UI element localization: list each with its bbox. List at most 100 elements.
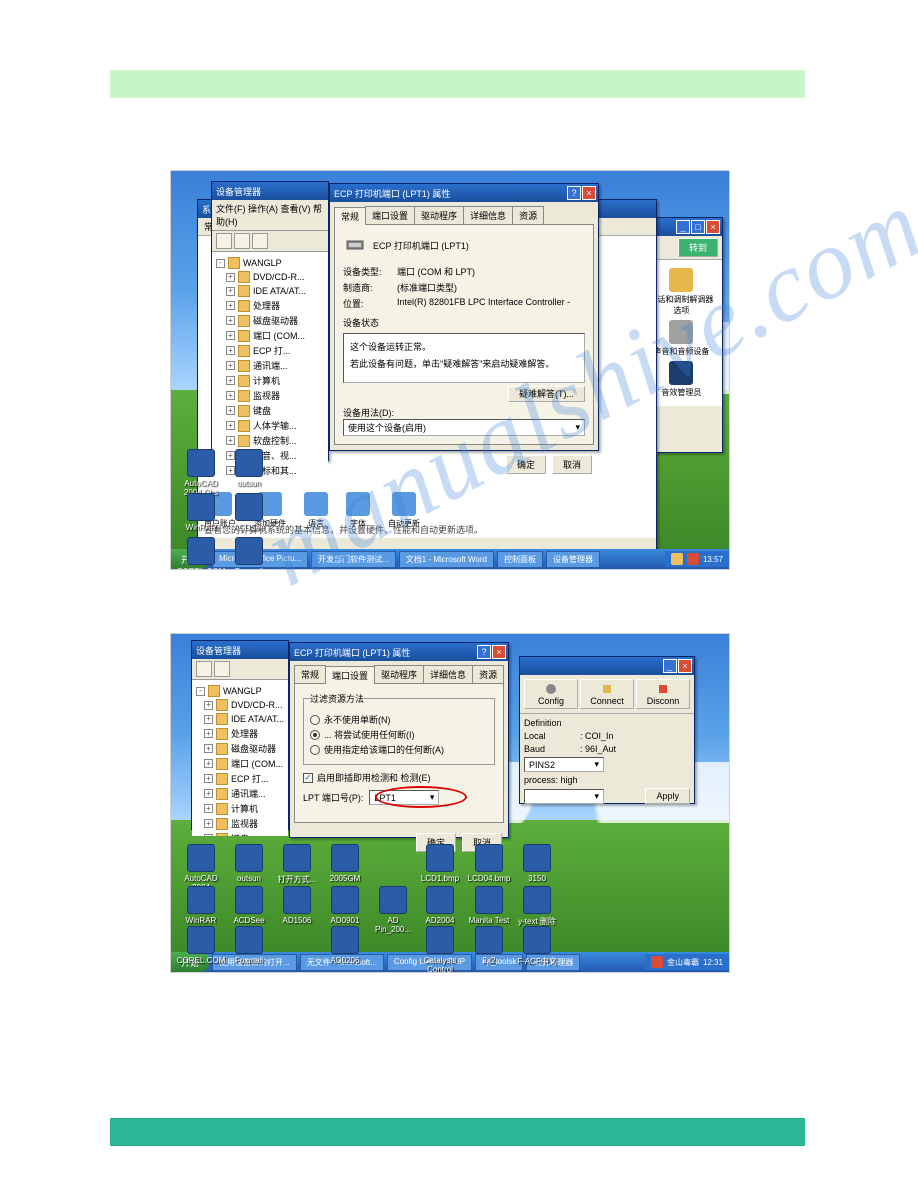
lpt1-titlebar[interactable]: ECP 打印机端口 (LPT1) 属性 ?× [290, 643, 508, 661]
dm-tree[interactable]: -WANGLP+DVD/CD-R...+IDE ATA/AT...+处理器+磁盘… [212, 252, 328, 480]
tree-node[interactable]: +通讯端... [196, 786, 284, 801]
tree-node[interactable]: +磁盘驱动器 [196, 741, 284, 756]
close-button[interactable]: × [492, 645, 506, 659]
minimize-button[interactable]: _ [663, 659, 677, 673]
desktop-icon[interactable]: AutoCAD 2004 [177, 844, 225, 892]
help-button[interactable]: ? [477, 645, 491, 659]
tree-node[interactable]: +ECP 打... [196, 771, 284, 786]
tree-node[interactable]: +监视器 [196, 816, 284, 831]
close-button[interactable]: × [582, 186, 596, 200]
tab-2[interactable]: 驱动程序 [374, 665, 424, 683]
tree-node[interactable]: +处理器 [216, 298, 324, 313]
tab-1[interactable]: 端口设置 [325, 666, 375, 684]
tree-node[interactable]: +计算机 [216, 373, 324, 388]
radio-tryany[interactable] [310, 730, 320, 740]
cp-item[interactable]: 声音和音频设备 [649, 320, 714, 357]
tree-node[interactable]: +通讯端... [216, 358, 324, 373]
tab-0[interactable]: 常规 [334, 207, 366, 225]
tab-1[interactable]: 端口设置 [365, 206, 415, 224]
desktop-icon[interactable]: COREL.COM [177, 926, 225, 965]
tray-icon[interactable] [651, 956, 663, 968]
tree-node[interactable]: +IDE ATA/AT... [216, 284, 324, 298]
desktop-icon[interactable]: 3150 [513, 844, 561, 883]
portnum-select[interactable]: LPT1 ▾ [369, 790, 439, 805]
tray-icon[interactable] [687, 553, 699, 565]
cancel-button[interactable]: 取消 [552, 455, 592, 474]
desktop-icon[interactable]: Manita Test [465, 886, 513, 925]
dm-tool-refresh-icon[interactable] [252, 233, 268, 249]
tree-node[interactable]: +IDE ATA/AT... [196, 712, 284, 726]
cp-item[interactable]: 电话和调制解调器选项 [649, 268, 714, 316]
desktop-icon[interactable]: AD Pin_200... [369, 886, 417, 934]
tree-node[interactable]: +处理器 [196, 726, 284, 741]
toolbar-config-button[interactable]: Config [524, 679, 578, 709]
tree-node[interactable]: +端口 (COM... [216, 328, 324, 343]
tree-node[interactable]: +DVD/CD-R... [216, 270, 324, 284]
priority-select[interactable]: ▾ [524, 789, 604, 804]
desktop-icon[interactable]: outsun [225, 844, 273, 883]
desktop-icon[interactable]: AD0206 [321, 926, 369, 965]
dm-titlebar[interactable]: 设备管理器 [192, 641, 288, 659]
tab-3[interactable]: 详细信息 [463, 206, 513, 224]
radio-assigned[interactable] [310, 745, 320, 755]
dm-tool-back-icon[interactable] [216, 233, 232, 249]
tab-2[interactable]: 驱动程序 [414, 206, 464, 224]
desktop-icon[interactable]: AD2004 [416, 886, 464, 925]
tree-node[interactable]: +人体学输... [216, 418, 324, 433]
desktop-icon[interactable]: WinRAR [177, 493, 225, 532]
close-button[interactable]: × [706, 220, 720, 234]
chk-pnp[interactable]: ✓ [303, 773, 313, 783]
ok-button[interactable]: 确定 [506, 455, 546, 474]
taskbar-button[interactable]: 控制面板 [497, 551, 543, 568]
dm-tree[interactable]: -WANGLP+DVD/CD-R...+IDE ATA/AT...+处理器+磁盘… [192, 680, 288, 836]
dm-tool-icon[interactable] [196, 661, 212, 677]
taskbar-button[interactable]: 文档1 - Microsoft Word [399, 551, 494, 568]
help-button[interactable]: ? [567, 186, 581, 200]
tree-node[interactable]: +ECP 打... [216, 343, 324, 358]
radio-never[interactable] [310, 715, 320, 725]
desktop-icon[interactable]: ACDSee [225, 493, 273, 532]
tab-4[interactable]: 资源 [512, 206, 544, 224]
tab-3[interactable]: 详细信息 [423, 665, 473, 683]
tree-root[interactable]: -WANGLP [216, 256, 324, 270]
apply-button[interactable]: Apply [645, 788, 690, 804]
desktop-icon[interactable]: WinRAR [177, 886, 225, 925]
cp-item[interactable]: 音效管理员 [649, 361, 714, 398]
desktop-icon[interactable]: y-text 删除 [513, 886, 561, 927]
system-tray[interactable]: 金山毒霸 12:31 [645, 954, 729, 970]
tree-node[interactable]: +键盘 [196, 831, 284, 836]
toolbar-disconnect-button[interactable]: Disconn [636, 679, 690, 709]
desktop-icon[interactable]: Catalysis Control Center [416, 926, 464, 973]
tray-icon[interactable] [671, 553, 683, 565]
lpt1-titlebar[interactable]: ECP 打印机端口 (LPT1) 属性 ?× [330, 184, 598, 202]
desktop-icon[interactable]: LCD1.bmp [416, 844, 464, 883]
desktop-icon[interactable]: outsun [225, 449, 273, 488]
desktop-icon[interactable]: ACDSee [225, 886, 273, 925]
tab-4[interactable]: 资源 [472, 665, 504, 683]
taskbar-button[interactable]: 开发部门软件测试... [311, 551, 396, 568]
tree-node[interactable]: +磁盘驱动器 [216, 313, 324, 328]
config-app-titlebar[interactable]: _× [520, 657, 694, 675]
desktop-icon[interactable]: AD0901 [321, 886, 369, 925]
toolbar-connect-button[interactable]: Connect [580, 679, 634, 709]
dm-tool-icon[interactable] [214, 661, 230, 677]
dm-menubar[interactable]: 文件(F) 操作(A) 查看(V) 帮助(H) [212, 200, 328, 231]
tree-node[interactable]: +软盘控制... [216, 433, 324, 448]
maximize-button[interactable]: □ [691, 220, 705, 234]
system-tray[interactable]: 13:57 [665, 551, 729, 567]
minimize-button[interactable]: _ [676, 220, 690, 234]
cp-go-button[interactable]: 转到 [678, 238, 718, 257]
desktop-icon[interactable]: AD1506 [273, 886, 321, 925]
tree-node[interactable]: +键盘 [216, 403, 324, 418]
desktop-icon[interactable]: Foxmail [225, 926, 273, 965]
usage-select[interactable]: 使用这个设备(启用) ▾ [343, 419, 585, 436]
close-button[interactable]: × [678, 659, 692, 673]
tree-root[interactable]: -WANGLP [196, 684, 284, 698]
desktop-icon[interactable]: LCD04.bmp [465, 844, 513, 883]
tree-node[interactable]: +DVD/CD-R... [196, 698, 284, 712]
desktop-icon[interactable]: AutoCAD 2004 Chs [177, 449, 225, 497]
desktop-icon[interactable]: COREL.COM [177, 537, 225, 570]
pins-select[interactable]: PINS2▾ [524, 757, 604, 772]
tab-0[interactable]: 常规 [294, 665, 326, 683]
desktop-icon[interactable]: Foxmail [225, 537, 273, 570]
